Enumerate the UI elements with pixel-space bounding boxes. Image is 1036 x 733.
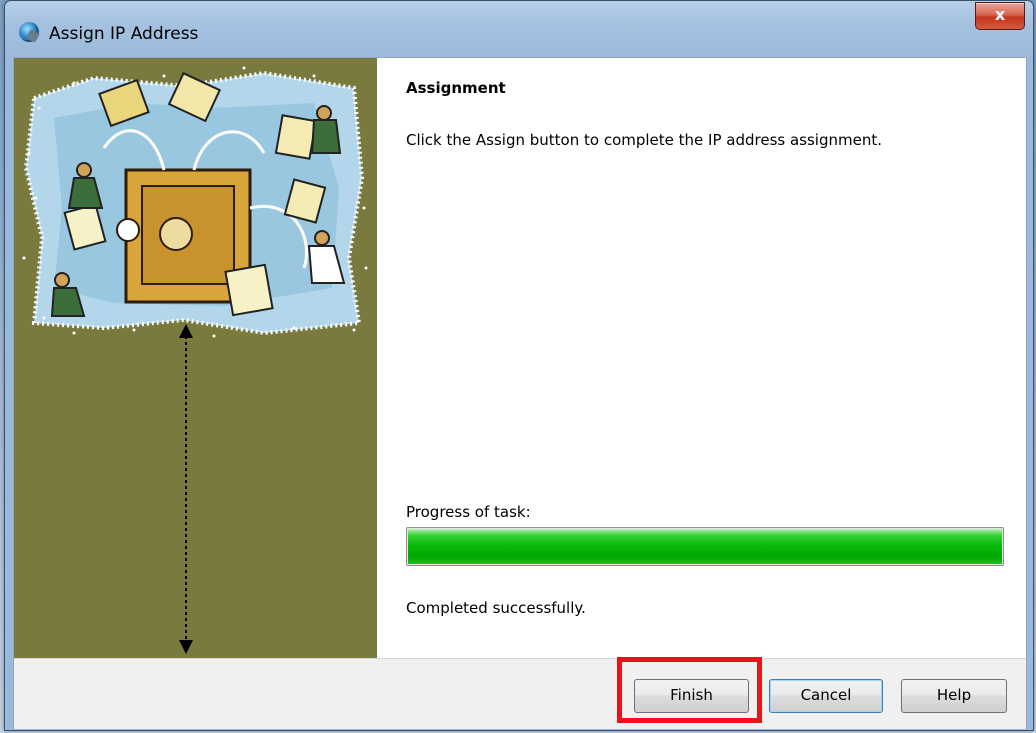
progress-bar-fill	[408, 529, 1002, 564]
help-button[interactable]: Help	[901, 679, 1007, 713]
progress-bar	[406, 527, 1004, 566]
window-title: Assign IP Address	[49, 24, 199, 44]
wizard-side-panel	[14, 58, 377, 658]
title-bar[interactable]: Assign IP Address x	[5, 1, 1033, 57]
globe-network-icon	[19, 22, 39, 42]
double-arrow-vertical-icon	[179, 324, 193, 654]
instruction-text: Click the Assign button to complete the …	[406, 131, 882, 149]
status-text: Completed successfully.	[406, 599, 586, 617]
dialog-footer: Finish Cancel Help	[14, 657, 1026, 729]
close-button[interactable]: x	[975, 2, 1025, 30]
page-heading: Assignment	[406, 79, 506, 97]
assign-ip-dialog: Assign IP Address x Assignment Click the…	[4, 0, 1034, 731]
finish-button[interactable]: Finish	[634, 679, 749, 713]
wizard-content-panel: Assignment Click the Assign button to co…	[377, 58, 1026, 658]
cancel-button[interactable]: Cancel	[769, 679, 883, 713]
dialog-client-area: Assignment Click the Assign button to co…	[13, 57, 1027, 729]
wizard-illustration	[22, 66, 368, 654]
progress-label: Progress of task:	[406, 503, 531, 521]
